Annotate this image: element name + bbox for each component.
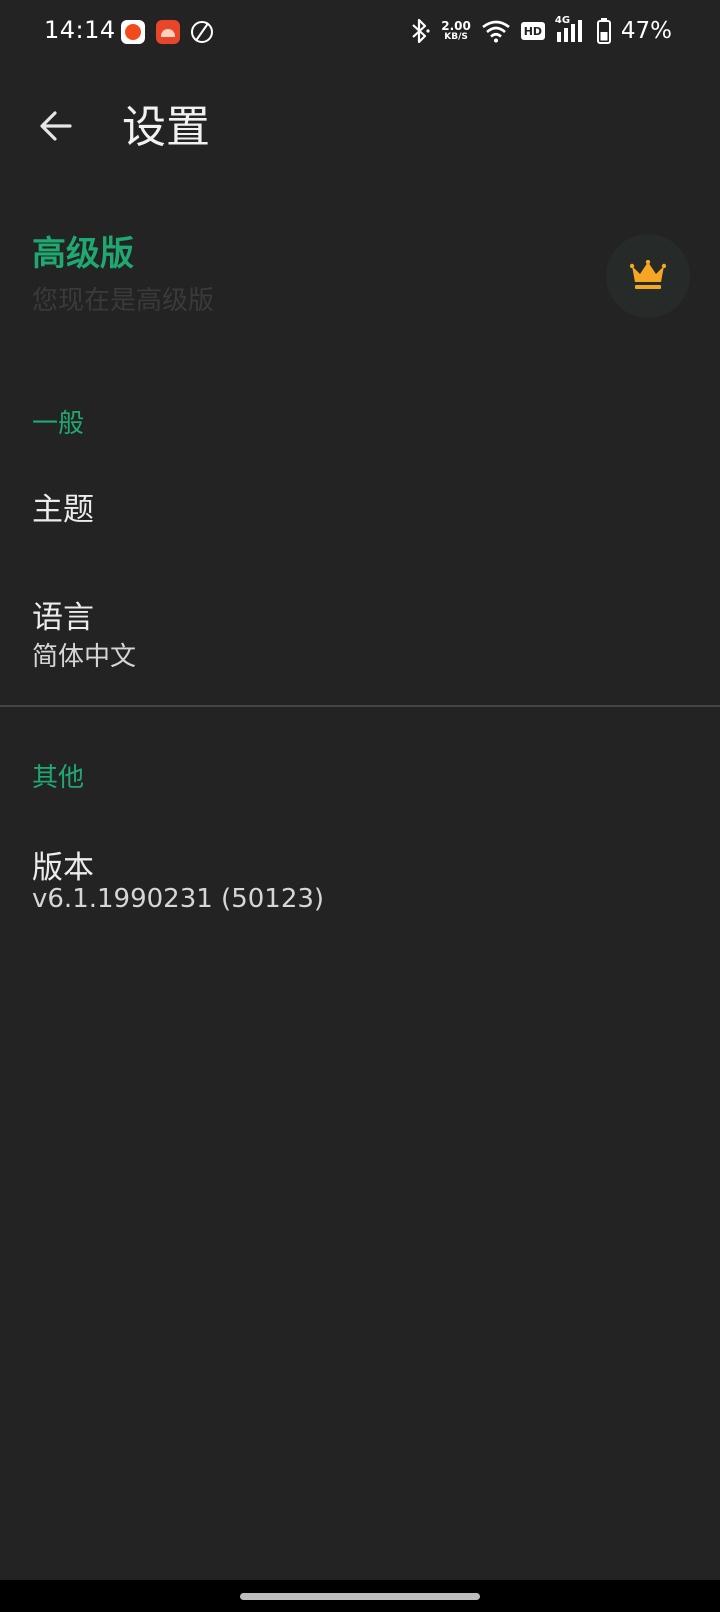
version-item[interactable]: 版本 v6.1.1990231 (50123) xyxy=(0,830,720,940)
arrow-left-icon xyxy=(40,111,72,141)
navigation-bar xyxy=(0,1580,720,1612)
hd-icon: HD xyxy=(520,22,545,40)
notification-app-icon xyxy=(121,20,145,44)
language-title: 语言 xyxy=(32,600,94,636)
status-time: 14:14 xyxy=(44,16,116,44)
settings-screen: 14:14 2.00 KB/S HD 4G 47% 设置 高级版 您现在是高级版… xyxy=(0,0,720,1612)
status-icons: 2.00 KB/S HD 4G 47% xyxy=(409,15,672,44)
premium-title: 高级版 xyxy=(32,234,134,274)
home-gesture-handle[interactable] xyxy=(240,1593,480,1600)
network-speed-unit: KB/S xyxy=(444,32,468,42)
language-item[interactable]: 语言 简体中文 xyxy=(0,580,720,690)
network-speed-value: 2.00 xyxy=(441,19,471,33)
no-ads-icon xyxy=(191,21,213,43)
page-title: 设置 xyxy=(122,102,210,153)
network-speed: 2.00 KB/S xyxy=(441,20,471,42)
premium-item[interactable]: 高级版 您现在是高级版 xyxy=(0,210,720,330)
crown-button[interactable] xyxy=(606,234,690,318)
battery-icon xyxy=(596,18,611,44)
battery-percent: 47% xyxy=(620,18,672,44)
back-button[interactable] xyxy=(30,100,82,152)
version-value: v6.1.1990231 (50123) xyxy=(32,884,325,914)
section-header-other: 其他 xyxy=(32,763,85,793)
bluetooth-icon xyxy=(409,18,431,44)
wifi-icon xyxy=(481,19,511,43)
notification-app-icon xyxy=(156,20,180,44)
section-divider xyxy=(0,705,720,707)
signal-icon: 4G xyxy=(555,15,587,44)
theme-item[interactable]: 主题 xyxy=(0,470,720,550)
premium-subtitle: 您现在是高级版 xyxy=(32,286,215,316)
section-header-general: 一般 xyxy=(32,409,85,439)
language-value: 简体中文 xyxy=(32,642,137,672)
crown-icon xyxy=(630,260,666,289)
theme-title: 主题 xyxy=(32,492,94,528)
status-bar: 14:14 2.00 KB/S HD 4G 47% xyxy=(0,0,720,66)
version-title: 版本 xyxy=(32,850,94,886)
